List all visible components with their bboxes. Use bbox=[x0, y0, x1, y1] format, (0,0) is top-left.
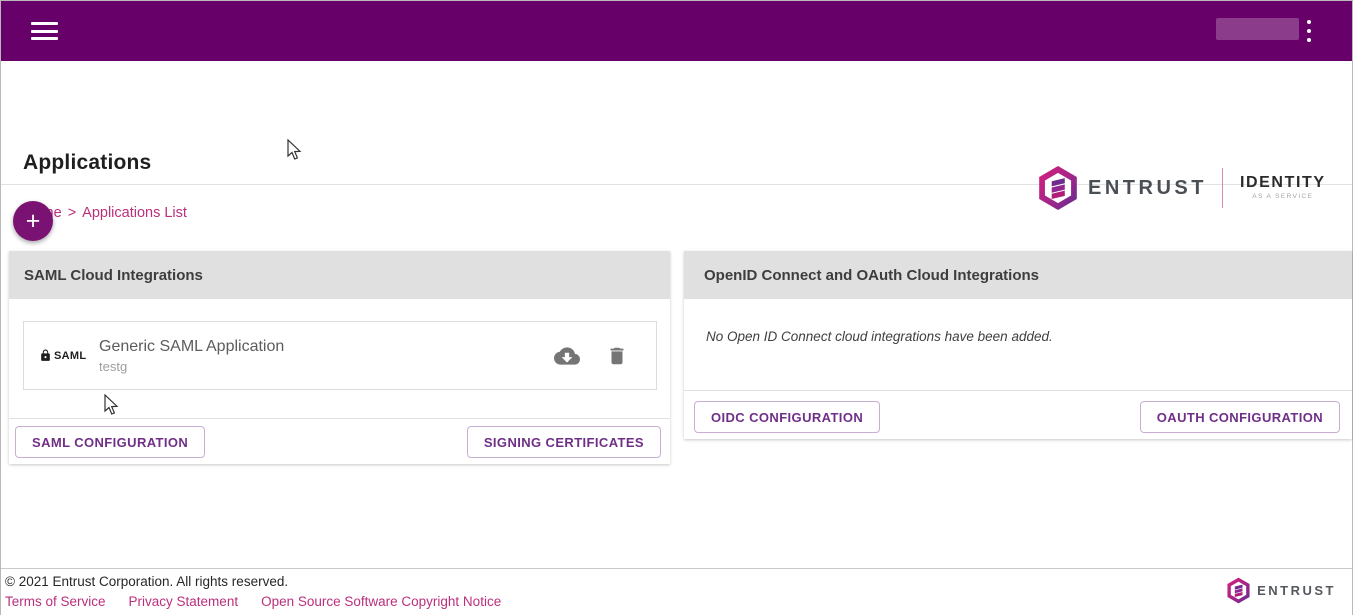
kebab-menu-icon[interactable] bbox=[1302, 18, 1316, 44]
hamburger-menu-icon[interactable] bbox=[31, 22, 58, 40]
entrust-hexagon-icon bbox=[1226, 577, 1251, 604]
application-subtitle: testg bbox=[99, 359, 284, 374]
cloud-download-icon[interactable] bbox=[554, 343, 580, 369]
page-title: Applications bbox=[23, 151, 151, 175]
saml-badge-label: SAML bbox=[54, 350, 86, 362]
entrust-hexagon-icon bbox=[1037, 165, 1079, 211]
saml-protocol-badge: SAML bbox=[39, 349, 91, 362]
oidc-integrations-panel: OpenID Connect and OAuth Cloud Integrati… bbox=[684, 251, 1352, 439]
row-actions bbox=[554, 343, 628, 369]
breadcrumb-current-link[interactable]: Applications List bbox=[82, 205, 187, 221]
panel-divider bbox=[684, 390, 1352, 391]
identity-as-a-service-label: IDENTITY AS A SERVICE bbox=[1240, 175, 1326, 201]
application-name: Generic SAML Application bbox=[99, 338, 284, 356]
account-name-redacted[interactable] bbox=[1216, 18, 1299, 40]
entrust-footer-logo: ENTRUST bbox=[1226, 577, 1336, 604]
oidc-panel-actions: OIDC CONFIGURATION OAUTH CONFIGURATION bbox=[684, 401, 1352, 433]
oidc-configuration-button[interactable]: OIDC CONFIGURATION bbox=[694, 401, 880, 433]
footer-links: Terms of Service Privacy Statement Open … bbox=[5, 594, 501, 609]
top-app-bar bbox=[1, 1, 1352, 61]
copyright-text: © 2021 Entrust Corporation. All rights r… bbox=[5, 574, 288, 589]
page-footer: © 2021 Entrust Corporation. All rights r… bbox=[1, 568, 1352, 616]
oauth-configuration-button[interactable]: OAUTH CONFIGURATION bbox=[1140, 401, 1340, 433]
saml-application-row[interactable]: SAML Generic SAML Application testg bbox=[23, 321, 657, 390]
entrust-idaas-logo: ENTRUST IDENTITY AS A SERVICE bbox=[1037, 164, 1326, 212]
lock-icon bbox=[39, 349, 52, 362]
saml-configuration-button[interactable]: SAML CONFIGURATION bbox=[15, 426, 205, 458]
brand-divider bbox=[1222, 168, 1223, 208]
page-header: Applications Home>Applications List ENTR… bbox=[1, 61, 1352, 185]
application-info: Generic SAML Application testg bbox=[99, 338, 284, 374]
oidc-panel-title: OpenID Connect and OAuth Cloud Integrati… bbox=[684, 251, 1352, 299]
panel-divider bbox=[9, 418, 670, 419]
breadcrumb-separator: > bbox=[68, 205, 76, 221]
plus-icon: + bbox=[26, 207, 41, 235]
open-source-notice-link[interactable]: Open Source Software Copyright Notice bbox=[261, 594, 501, 609]
privacy-statement-link[interactable]: Privacy Statement bbox=[129, 594, 239, 609]
terms-of-service-link[interactable]: Terms of Service bbox=[5, 594, 106, 609]
oidc-empty-message: No Open ID Connect cloud integrations ha… bbox=[706, 329, 1053, 344]
saml-integrations-panel: SAML Cloud Integrations SAML Generic SAM… bbox=[9, 251, 670, 464]
saml-panel-title: SAML Cloud Integrations bbox=[9, 251, 670, 299]
trash-icon[interactable] bbox=[606, 345, 628, 367]
add-application-button[interactable]: + bbox=[13, 201, 53, 241]
signing-certificates-button[interactable]: SIGNING CERTIFICATES bbox=[467, 426, 661, 458]
entrust-wordmark: ENTRUST bbox=[1088, 177, 1207, 200]
saml-panel-actions: SAML CONFIGURATION SIGNING CERTIFICATES bbox=[9, 426, 670, 458]
entrust-footer-wordmark: ENTRUST bbox=[1257, 583, 1336, 598]
